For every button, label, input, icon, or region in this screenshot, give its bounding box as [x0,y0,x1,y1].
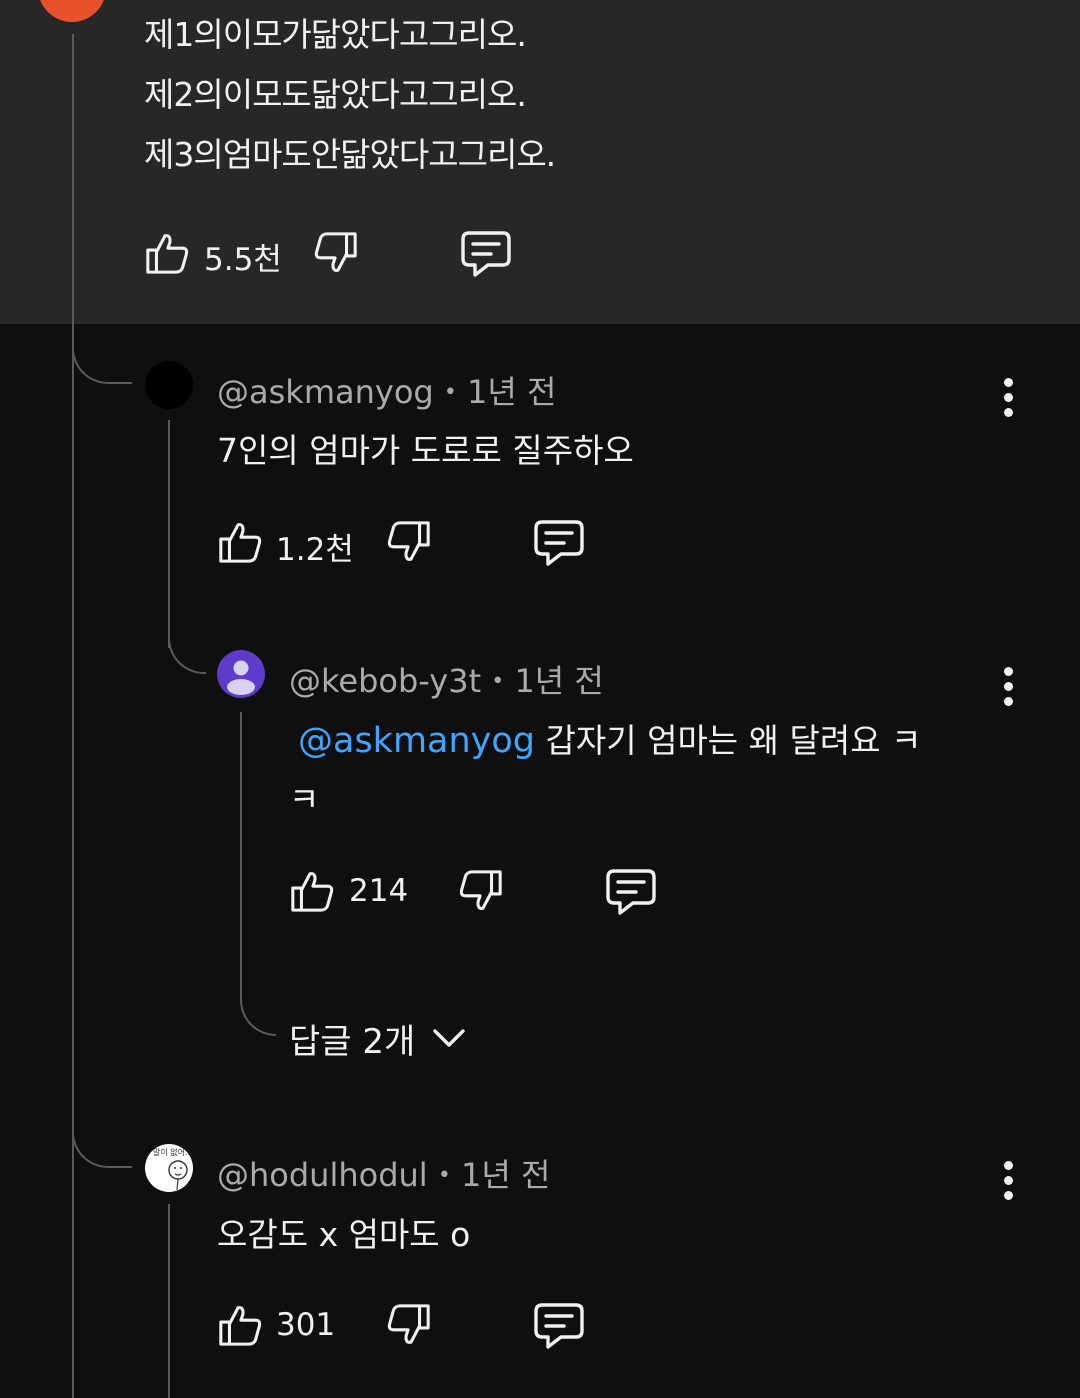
comment-time: 1년 전 [467,373,557,411]
avatar[interactable]: 말이 없어.. [145,1144,193,1192]
comment-text: 갑자기 엄마는 왜 달려요 ㅋ [535,721,922,760]
reply-icon[interactable] [605,868,657,916]
separator-dot: • [437,1163,451,1188]
reply-icon[interactable] [533,1302,585,1350]
comment-text: 오감도 x 엄마도 o [217,1215,471,1254]
dislike-icon[interactable] [458,868,504,916]
author-handle[interactable]: @askmanyog [217,373,434,411]
thread-line-reply-3 [168,1204,170,1398]
thread-elbow-3 [240,962,276,1036]
thread-elbow-2 [168,614,206,674]
like-count: 1.2천 [276,532,354,568]
like-icon[interactable] [217,517,263,565]
reply-icon[interactable] [533,519,585,567]
thread-elbow-1 [72,324,132,384]
comment-author[interactable]: @askmanyog • 1년 전 [217,367,556,413]
separator-dot: • [491,669,505,694]
comment-text-line-3: 제3의엄마도안닮았다고그리오. [144,135,556,174]
comment-text-line-1: 제1의이모가닮았다고그리오. [144,15,527,54]
comment-text-line-2: ㅋ [289,780,320,819]
more-replies-label: 답글 2개 [289,1022,416,1062]
like-icon[interactable] [217,1300,263,1348]
comment-time: 1년 전 [461,1156,551,1194]
doodle-face-icon: 말이 없어.. [153,1147,190,1191]
like-count: 214 [349,873,409,909]
author-handle[interactable]: @hodulhodul [217,1156,428,1194]
dislike-icon[interactable] [386,519,432,567]
reply-icon[interactable] [460,230,512,278]
comment-author[interactable]: @hodulhodul • 1년 전 [217,1150,550,1196]
dislike-icon[interactable] [313,230,359,278]
comment-time: 1년 전 [514,662,604,700]
comment-text-line-2: 제2의이모도닮았다고그리오. [144,75,527,114]
person-icon [227,660,255,695]
more-icon[interactable] [1002,667,1014,711]
comment-author[interactable]: @kebob-y3t • 1년 전 [289,656,604,702]
like-icon[interactable] [289,866,335,914]
dislike-icon[interactable] [386,1302,432,1350]
avatar[interactable] [217,650,265,698]
thread-elbow-4 [72,1104,132,1168]
thread-line-main [72,34,74,1398]
more-icon[interactable] [1002,378,1014,422]
author-handle[interactable]: @kebob-y3t [289,662,481,700]
thread-line-reply-2 [240,712,242,972]
mention-link[interactable]: @askmanyog [298,721,535,761]
comment-text: 7인의 엄마가 도로로 질주하오 [217,431,634,470]
more-icon[interactable] [1002,1161,1014,1205]
avatar-text: 말이 없어.. [153,1147,190,1157]
more-replies-button[interactable]: 답글 2개 [289,1014,466,1063]
like-count: 5.5천 [204,242,282,278]
like-count: 301 [276,1307,336,1343]
avatar[interactable] [145,361,193,409]
comment-text-line-1: @askmanyog 갑자기 엄마는 왜 달려요 ㅋ [298,714,921,762]
like-icon[interactable] [144,228,190,276]
chevron-down-icon [433,1029,465,1047]
separator-dot: • [443,380,457,405]
top-comment-more-icon[interactable] [1002,0,1014,6]
